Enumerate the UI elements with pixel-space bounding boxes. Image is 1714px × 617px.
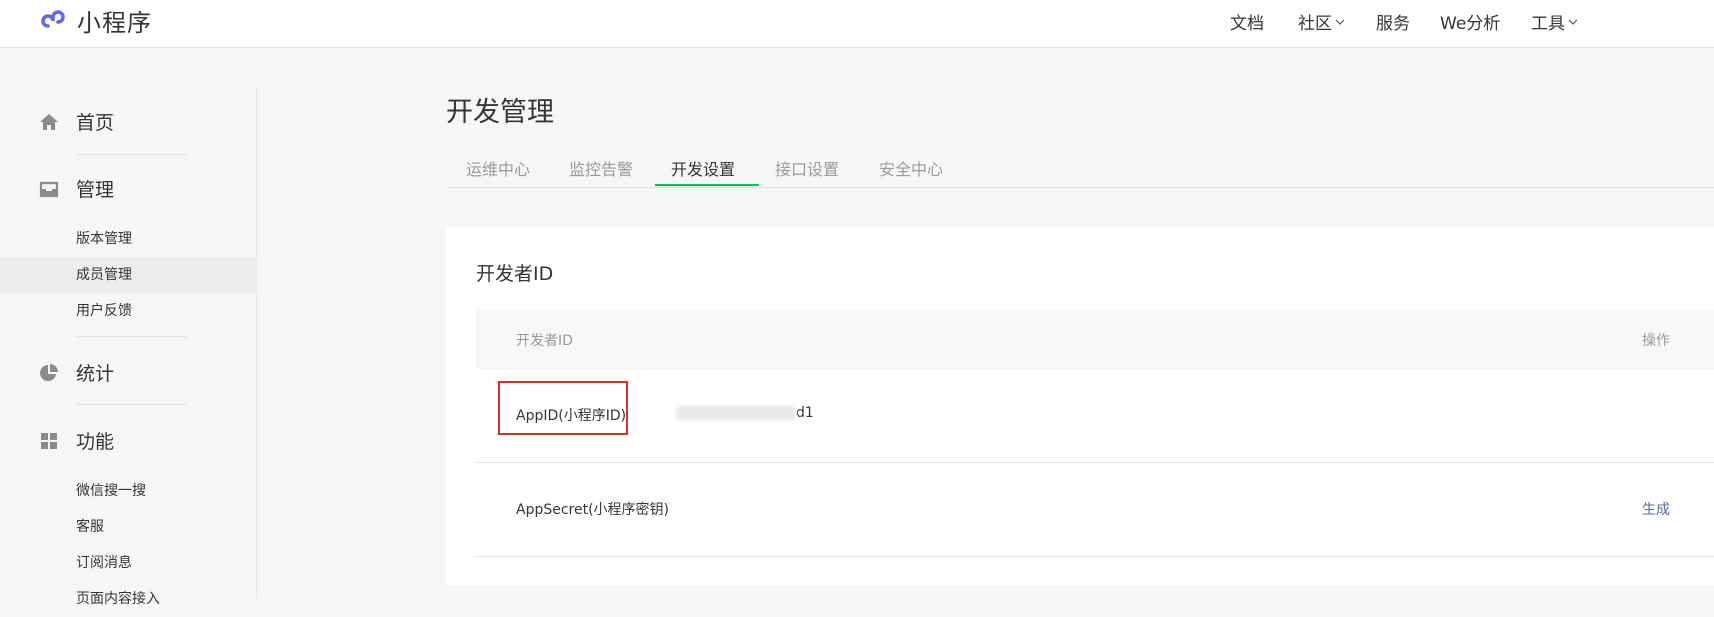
grid-icon — [41, 432, 57, 449]
tab-monitor-alert[interactable]: 监控告警 — [569, 156, 633, 180]
sidebar-subitem-page-content[interactable]: 页面内容接入 — [0, 581, 257, 617]
column-header-action: 操作 — [1642, 333, 1670, 349]
column-header-id: 开发者ID — [516, 333, 573, 349]
sidebar-item-label: 统计 — [76, 363, 115, 385]
nav-docs[interactable]: 文档 — [1230, 9, 1264, 34]
nav-tools-label: 工具 — [1531, 14, 1565, 34]
sidebar-subitem-wechat-search[interactable]: 微信搜一搜 — [0, 473, 257, 509]
table-row: AppSecret(小程序密钥) 生成 — [476, 463, 1714, 557]
appid-value-suffix: d1 — [796, 405, 814, 421]
sidebar-item-home[interactable]: 首页 — [38, 108, 114, 135]
sidebar-item-features[interactable]: 功能 — [38, 427, 114, 454]
sidebar-subitem-subscribe-message[interactable]: 订阅消息 — [0, 545, 257, 581]
chevron-down-icon — [1335, 19, 1345, 25]
tab-api-settings[interactable]: 接口设置 — [775, 156, 839, 180]
sidebar-divider — [76, 336, 187, 337]
nav-tools[interactable]: 工具 — [1531, 9, 1579, 34]
sidebar-item-stats[interactable]: 统计 — [38, 359, 114, 386]
card-title: 开发者ID — [476, 263, 554, 285]
active-tab-indicator — [655, 184, 759, 186]
top-nav: 文档 社区 服务 We分析 工具 — [0, 0, 1714, 38]
sidebar-item-manage[interactable]: 管理 — [38, 175, 114, 202]
tab-security-center[interactable]: 安全中心 — [879, 156, 943, 180]
nav-services[interactable]: 服务 — [1376, 9, 1410, 34]
table-row: AppID(小程序ID) d1 — [476, 369, 1714, 463]
sidebar-divider — [76, 404, 187, 405]
chevron-down-icon — [1568, 19, 1578, 25]
redacted-value — [676, 406, 796, 420]
appsecret-label: AppSecret(小程序密钥) — [516, 502, 670, 518]
appid-label: AppID(小程序ID) — [516, 408, 627, 424]
sidebar-subitem-version-manage[interactable]: 版本管理 — [0, 221, 257, 257]
sidebar-subitem-customer-service[interactable]: 客服 — [0, 509, 257, 545]
sidebar-item-label: 管理 — [76, 179, 115, 201]
tab-dev-settings[interactable]: 开发设置 — [671, 156, 735, 180]
tab-ops-center[interactable]: 运维中心 — [466, 156, 530, 180]
page-title: 开发管理 — [446, 97, 554, 128]
generate-secret-link[interactable]: 生成 — [1642, 499, 1670, 519]
developer-id-table: 开发者ID 操作 AppID(小程序ID) d1 AppSecret(小程序密钥… — [476, 310, 1714, 557]
nav-we-analysis[interactable]: We分析 — [1440, 9, 1500, 34]
top-bar: 小程序 文档 社区 服务 We分析 工具 — [0, 0, 1714, 48]
sidebar-divider — [76, 154, 187, 155]
pie-chart-icon — [40, 363, 58, 381]
sidebar-subitem-member-manage[interactable]: 成员管理 — [0, 257, 257, 293]
developer-id-card: 开发者ID 开发者ID 操作 AppID(小程序ID) d1 AppSecret… — [446, 226, 1714, 586]
nav-community-label: 社区 — [1298, 14, 1332, 34]
table-header: 开发者ID 操作 — [476, 310, 1714, 369]
sidebar-subitem-user-feedback[interactable]: 用户反馈 — [0, 293, 257, 329]
sidebar-item-label: 功能 — [76, 431, 115, 453]
home-icon — [40, 113, 58, 130]
nav-community[interactable]: 社区 — [1298, 9, 1346, 34]
appid-value[interactable]: d1 — [676, 405, 814, 421]
inbox-icon — [39, 181, 59, 197]
sidebar-item-label: 首页 — [76, 112, 115, 134]
tab-bar: 运维中心 监控告警 开发设置 接口设置 安全中心 — [446, 146, 1714, 188]
